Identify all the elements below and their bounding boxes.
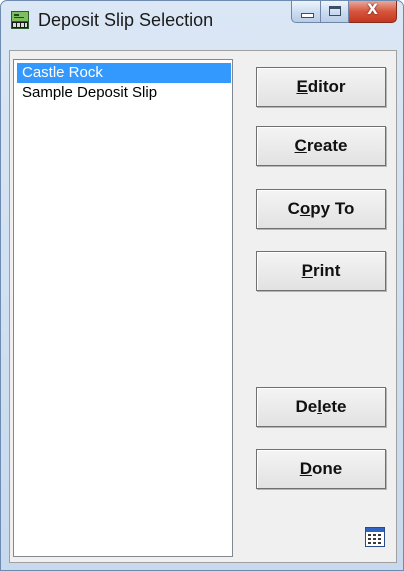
create-label: reate	[306, 136, 348, 155]
minimize-icon	[301, 13, 314, 18]
create-mnemonic: C	[294, 136, 307, 155]
deposit-slip-app-icon	[11, 11, 29, 29]
print-label: rint	[312, 261, 341, 280]
close-icon: X	[367, 2, 378, 18]
close-button[interactable]: X	[349, 1, 397, 23]
copy-to-mnemonic: o	[299, 199, 311, 218]
title-bar[interactable]: Deposit Slip Selection X	[1, 1, 403, 39]
caption-buttons: X	[291, 1, 397, 23]
print-mnemonic: P	[301, 261, 313, 280]
done-label: one	[312, 459, 343, 478]
list-item[interactable]: Castle Rock	[17, 63, 231, 83]
copy-to-button[interactable]: Co py To	[256, 189, 386, 229]
editor-mnemonic: E	[296, 77, 308, 96]
delete-label: ete	[321, 397, 347, 416]
deposit-slip-list[interactable]: Castle Rock Sample Deposit Slip	[13, 59, 233, 557]
print-button[interactable]: Print	[256, 251, 386, 291]
minimize-button[interactable]	[291, 1, 321, 23]
window-frame: Deposit Slip Selection X Castle Rock Sam…	[0, 0, 404, 571]
copy-to-prefix: C	[287, 199, 300, 218]
window-title: Deposit Slip Selection	[38, 10, 214, 30]
editor-button[interactable]: Editor	[256, 67, 386, 107]
delete-prefix: De	[295, 397, 318, 416]
list-item[interactable]: Sample Deposit Slip	[17, 83, 231, 103]
delete-button[interactable]: De l ete	[256, 387, 386, 427]
editor-label: ditor	[307, 77, 346, 96]
copy-to-label: py To	[310, 199, 355, 218]
maximize-icon	[329, 6, 341, 16]
create-button[interactable]: Create	[256, 126, 386, 166]
done-button[interactable]: Done	[256, 449, 386, 489]
done-mnemonic: D	[299, 459, 313, 478]
calendar-grid-icon[interactable]	[365, 527, 385, 547]
maximize-button[interactable]	[321, 1, 349, 23]
